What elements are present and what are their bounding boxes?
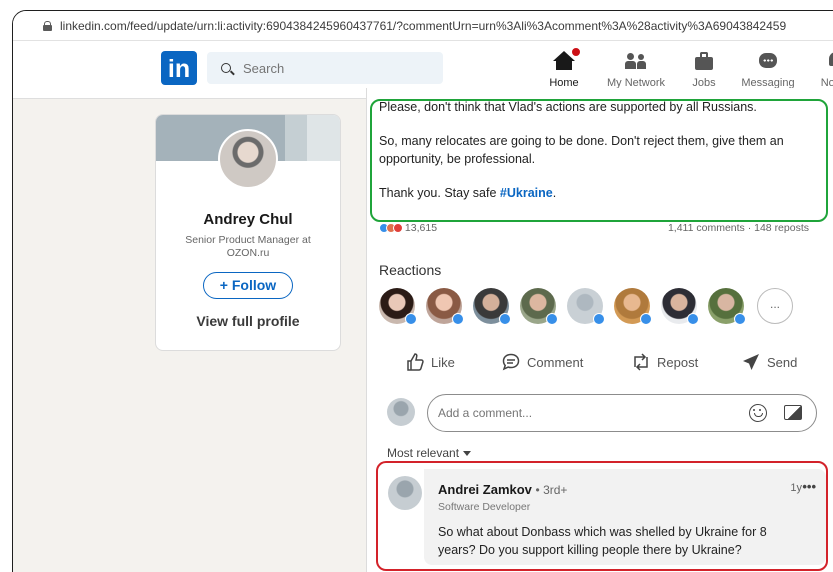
- love-reaction-icon: [393, 223, 403, 234]
- like-badge-icon: [452, 313, 464, 325]
- reactor-avatar[interactable]: [426, 288, 464, 325]
- send-button[interactable]: Send: [741, 352, 797, 372]
- profile-headline: Senior Product Manager at OZON.ru: [185, 234, 311, 259]
- jobs-icon: [692, 49, 716, 73]
- profile-name[interactable]: Andrey Chul: [156, 211, 340, 228]
- thumbs-up-icon: [407, 353, 424, 371]
- like-badge-icon: [593, 313, 605, 325]
- home-icon: [552, 46, 582, 73]
- comment-label: Comment: [527, 354, 584, 370]
- like-badge-icon: [734, 313, 746, 325]
- comment-composer: [379, 394, 819, 434]
- like-label: Like: [431, 354, 455, 370]
- sort-label: Most relevant: [387, 446, 460, 460]
- post-actions: Like Comment Repost Send: [379, 352, 809, 374]
- reactor-avatar[interactable]: [379, 288, 417, 325]
- comments-reposts-count[interactable]: 1,411 comments · 148 reposts: [668, 222, 809, 234]
- follow-button[interactable]: + Follow: [203, 272, 293, 299]
- like-badge-icon: [499, 313, 511, 325]
- reactor-avatar[interactable]: [520, 288, 558, 325]
- like-button[interactable]: Like: [405, 352, 455, 372]
- view-profile-link[interactable]: View full profile: [156, 313, 340, 329]
- search-icon: [221, 63, 231, 73]
- repost-icon: [634, 353, 648, 371]
- comment-icon: [502, 353, 520, 371]
- address-bar[interactable]: linkedin.com/feed/update/urn:li:activity…: [13, 11, 833, 41]
- reactor-avatar[interactable]: [708, 288, 746, 325]
- social-counts: 13,615 1,411 comments · 148 reposts: [379, 222, 809, 238]
- caret-down-icon: [463, 450, 472, 456]
- reactor-avatar[interactable]: [661, 288, 699, 325]
- sort-dropdown[interactable]: Most relevant: [387, 446, 472, 460]
- reactor-avatar[interactable]: [473, 288, 511, 325]
- reactions-title: Reactions: [379, 262, 442, 278]
- emoji-icon[interactable]: [749, 404, 767, 422]
- more-reactors-button[interactable]: ...: [757, 288, 793, 324]
- highlight-comment: [376, 461, 828, 571]
- reaction-count[interactable]: 13,615: [405, 222, 437, 234]
- reactor-avatar[interactable]: [614, 288, 652, 325]
- like-badge-icon: [687, 313, 699, 325]
- like-badge-icon: [405, 313, 417, 325]
- url-text[interactable]: linkedin.com/feed/update/urn:li:activity…: [60, 19, 786, 33]
- like-badge-icon: [546, 313, 558, 325]
- image-icon[interactable]: [784, 405, 802, 420]
- current-user-avatar: [387, 398, 415, 426]
- network-icon: [624, 49, 648, 73]
- profile-avatar[interactable]: [218, 129, 278, 189]
- repost-label: Repost: [657, 354, 699, 370]
- like-badge-icon: [640, 313, 652, 325]
- search-box[interactable]: [207, 52, 443, 84]
- send-icon: [743, 354, 759, 370]
- highlight-post-text: [370, 99, 828, 222]
- send-label: Send: [767, 354, 798, 370]
- reaction-icons[interactable]: [379, 222, 403, 234]
- lock-icon: [43, 20, 52, 31]
- messaging-icon: [756, 49, 780, 73]
- bell-icon: [824, 49, 833, 73]
- profile-card: Andrey Chul Senior Product Manager at OZ…: [155, 114, 341, 351]
- search-input[interactable]: [243, 60, 423, 76]
- repost-button[interactable]: Repost: [631, 352, 698, 372]
- reactor-avatar[interactable]: [567, 288, 605, 325]
- comment-button[interactable]: Comment: [501, 352, 583, 372]
- notification-dot: [570, 46, 582, 58]
- linkedin-logo[interactable]: in: [161, 51, 197, 85]
